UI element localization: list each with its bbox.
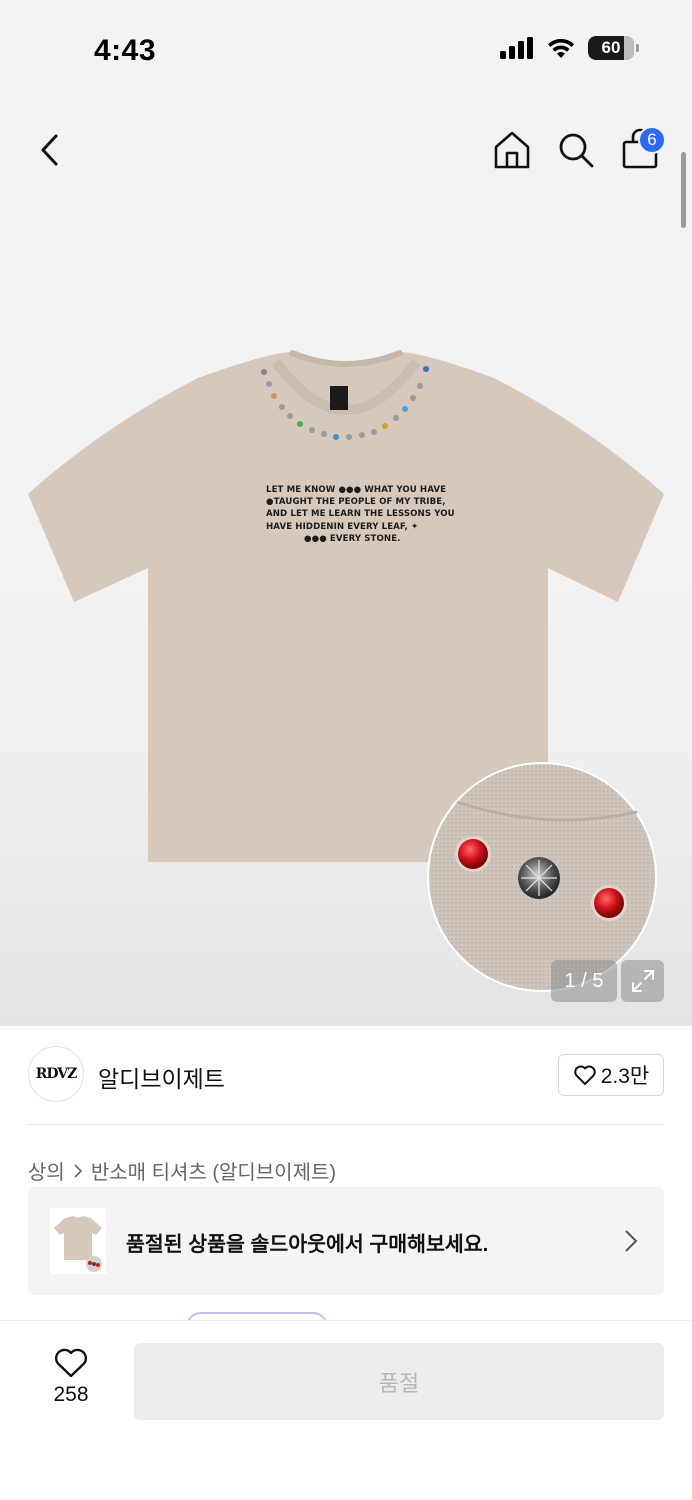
wishlist-count: 258 bbox=[53, 1383, 89, 1406]
bottom-action-bar: 258 품절 bbox=[0, 1320, 692, 1500]
banner-thumbnail bbox=[50, 1208, 106, 1274]
status-icons: 60 bbox=[500, 36, 639, 60]
signal-icon bbox=[500, 37, 533, 59]
cart-button[interactable]: 6 bbox=[620, 126, 666, 172]
soldout-banner-text: 품절된 상품을 솔드아웃에서 구매해보세요. bbox=[126, 1233, 489, 1256]
breadcrumb-category[interactable]: 상의 bbox=[28, 1156, 65, 1185]
product-image-area[interactable]: 4:43 60 6 LET ME KNOW ●●● WHAT YOU HAVE … bbox=[0, 0, 692, 1026]
battery-icon: 60 bbox=[588, 36, 639, 60]
search-icon[interactable] bbox=[556, 130, 596, 170]
expand-image-button[interactable] bbox=[621, 960, 664, 1002]
image-pager: 1 / 5 bbox=[551, 960, 617, 1002]
brand-name[interactable]: 알디브이제트 bbox=[98, 1060, 225, 1094]
print-line: ●TAUGHT THE PEOPLE OF MY TRIBE, bbox=[266, 497, 446, 508]
chevron-right-icon bbox=[74, 1163, 82, 1178]
back-icon[interactable] bbox=[34, 130, 70, 170]
wishlist-button[interactable]: 258 bbox=[40, 1347, 102, 1409]
heart-icon bbox=[573, 1065, 596, 1085]
print-line: LET ME KNOW ●●● WHAT YOU HAVE bbox=[266, 485, 447, 495]
brand-like-button[interactable]: 2.3만 bbox=[558, 1054, 664, 1096]
brand-logo[interactable]: RDVZ bbox=[28, 1046, 84, 1102]
print-line: ●●● EVERY STONE. bbox=[304, 533, 401, 544]
wifi-icon bbox=[548, 38, 574, 58]
tshirt-print-text: LET ME KNOW ●●● WHAT YOU HAVE ●TAUGHT TH… bbox=[266, 484, 455, 545]
collar-studs bbox=[261, 366, 429, 440]
home-icon[interactable] bbox=[492, 129, 532, 171]
brand-like-count: 2.3만 bbox=[600, 1065, 650, 1088]
cart-count-badge: 6 bbox=[638, 126, 666, 154]
detail-closeup-image bbox=[427, 762, 657, 992]
chevron-right-icon bbox=[625, 1230, 638, 1252]
soldout-buy-button[interactable]: 품절 bbox=[134, 1343, 664, 1420]
heart-icon bbox=[54, 1348, 88, 1378]
brand-row[interactable]: RDVZ 알디브이제트 2.3만 bbox=[28, 1046, 664, 1104]
divider bbox=[28, 1124, 664, 1125]
breadcrumb: 상의 반소매 티셔츠 (알디브이제트) bbox=[28, 1156, 336, 1185]
breadcrumb-subcategory[interactable]: 반소매 티셔츠 (알디브이제트) bbox=[91, 1156, 336, 1185]
scrollbar[interactable] bbox=[681, 152, 686, 228]
soldout-banner[interactable]: 품절된 상품을 솔드아웃에서 구매해보세요. bbox=[28, 1187, 664, 1295]
status-time: 4:43 bbox=[94, 34, 157, 67]
expand-icon bbox=[631, 970, 654, 992]
battery-level: 60 bbox=[601, 38, 621, 57]
print-line: HAVE HIDDENIN EVERY LEAF, ✦ bbox=[266, 521, 419, 532]
print-line: AND LET ME LEARN THE LESSONS YOU bbox=[266, 509, 455, 520]
